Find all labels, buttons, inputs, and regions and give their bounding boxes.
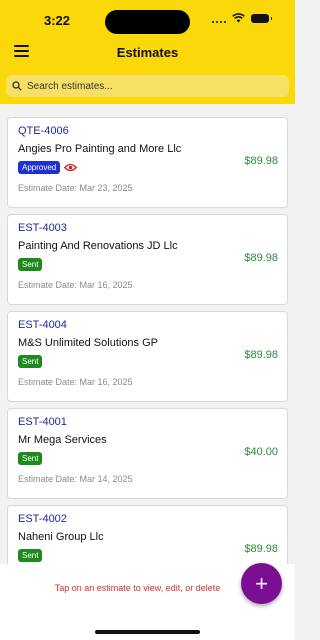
estimate-amount: $89.98 — [244, 155, 278, 167]
status-bar: 3:22 — [0, 0, 295, 40]
estimate-date: Estimate Date: Mar 16, 2025 — [18, 280, 133, 290]
status-time: 3:22 — [44, 13, 71, 28]
badge-row: Sent — [18, 258, 43, 271]
search-icon — [12, 81, 22, 91]
status-icons — [212, 13, 272, 23]
estimate-date: Estimate Date: Mar 16, 2025 — [18, 377, 133, 387]
client-name: M&S Unlimited Solutions GP — [18, 337, 158, 349]
eye-icon — [64, 163, 78, 172]
footer: Tap on an estimate to view, edit, or del… — [0, 563, 295, 640]
client-name: Naheni Group Llc — [18, 531, 104, 543]
estimate-date: Estimate Date: Mar 23, 2025 — [18, 183, 133, 193]
estimate-amount: $89.98 — [244, 543, 278, 555]
badge-row: Sent — [18, 452, 43, 465]
home-indicator — [95, 630, 200, 634]
add-estimate-button[interactable]: + — [241, 563, 282, 604]
app-header: 3:22 Estimates — [0, 0, 295, 104]
dynamic-island — [105, 10, 190, 34]
estimate-card[interactable]: QTE-4006 Angies Pro Painting and More Ll… — [7, 117, 288, 208]
battery-icon — [251, 13, 272, 23]
client-name: Angies Pro Painting and More Llc — [18, 143, 182, 155]
status-badge: Sent — [18, 452, 43, 465]
badge-row: Sent — [18, 355, 43, 368]
estimate-amount: $89.98 — [244, 252, 278, 264]
estimate-card[interactable]: EST-4002 Naheni Group Llc Sent $89.98 — [7, 505, 288, 564]
badge-row: Approved — [18, 161, 78, 174]
cellular-signal-icon — [212, 14, 226, 23]
estimate-card[interactable]: EST-4004 M&S Unlimited Solutions GP Sent… — [7, 311, 288, 402]
client-name: Painting And Renovations JD Llc — [18, 240, 178, 252]
search-bar[interactable] — [6, 75, 289, 97]
estimate-amount: $40.00 — [244, 446, 278, 458]
estimate-number: EST-4001 — [18, 416, 67, 428]
estimate-number: EST-4004 — [18, 319, 67, 331]
page-title: Estimates — [116, 45, 179, 60]
badge-row: Sent — [18, 549, 43, 562]
search-input[interactable] — [27, 80, 277, 92]
status-badge: Approved — [18, 161, 61, 174]
estimate-date: Estimate Date: Mar 14, 2025 — [18, 474, 133, 484]
footer-hint: Tap on an estimate to view, edit, or del… — [54, 583, 221, 593]
status-badge: Sent — [18, 258, 43, 271]
estimate-number: QTE-4006 — [18, 125, 69, 137]
estimates-list[interactable]: QTE-4006 Angies Pro Painting and More Ll… — [0, 104, 295, 564]
estimate-amount: $89.98 — [244, 349, 278, 361]
estimate-card[interactable]: EST-4003 Painting And Renovations JD Llc… — [7, 214, 288, 305]
estimate-card[interactable]: EST-4001 Mr Mega Services Sent Estimate … — [7, 408, 288, 499]
client-name: Mr Mega Services — [18, 434, 107, 446]
nav-bar: Estimates — [0, 40, 295, 66]
estimate-number: EST-4002 — [18, 513, 67, 525]
wifi-icon — [232, 13, 245, 23]
status-badge: Sent — [18, 355, 43, 368]
status-badge: Sent — [18, 549, 43, 562]
estimate-number: EST-4003 — [18, 222, 67, 234]
